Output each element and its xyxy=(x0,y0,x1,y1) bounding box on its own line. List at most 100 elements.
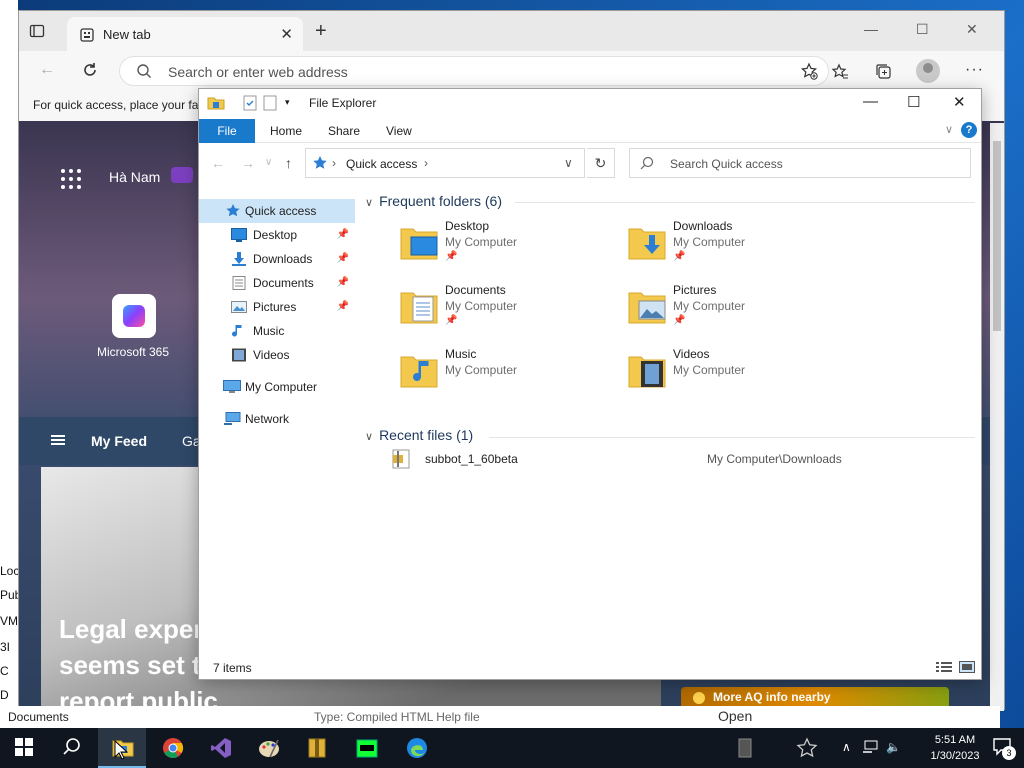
minimize-icon[interactable]: — xyxy=(864,21,878,37)
customize-quick-access-icon[interactable]: ▾ xyxy=(285,97,290,108)
explorer-folder-icon xyxy=(207,95,225,114)
weather-location[interactable]: Hà Nam xyxy=(109,169,160,185)
windows-logo-icon xyxy=(14,737,36,759)
explorer-maximize-icon[interactable]: ☐ xyxy=(907,93,920,111)
volume-icon[interactable]: 🔈 xyxy=(886,740,901,754)
up-arrow-icon[interactable]: ↑ xyxy=(285,155,292,171)
explorer-minimize-icon[interactable]: — xyxy=(863,93,878,110)
help-icon[interactable]: ? xyxy=(961,122,977,138)
bg-text: 3I xyxy=(0,640,11,654)
taskbar-archive-app[interactable] xyxy=(292,728,340,768)
microsoft-365-tile[interactable] xyxy=(112,294,156,338)
maximize-icon[interactable]: ☐ xyxy=(916,21,929,38)
search-box[interactable]: Search Quick access xyxy=(629,148,971,178)
taskbar-favorites[interactable] xyxy=(782,728,830,768)
explorer-close-icon[interactable]: ✕ xyxy=(953,93,966,111)
sidebar-item-music[interactable]: Music xyxy=(199,319,355,343)
address-dropdown-icon[interactable]: ∨ xyxy=(564,156,573,170)
close-icon[interactable]: ✕ xyxy=(966,21,978,38)
folder-name: Desktop xyxy=(445,219,490,233)
frequent-folders-header[interactable]: ∨ Frequent folders (6) xyxy=(365,193,502,209)
open-label[interactable]: Open xyxy=(718,708,752,724)
folder-desktop[interactable]: Desktop My Computer 📌 xyxy=(399,217,619,271)
page-scrollbar[interactable] xyxy=(990,123,1004,711)
sidebar-item-my-computer[interactable]: My Computer xyxy=(199,375,355,399)
sidebar-item-quick-access[interactable]: Quick access xyxy=(199,199,355,223)
ribbon-tab-share[interactable]: Share xyxy=(328,124,360,138)
taskbar-edge[interactable] xyxy=(392,728,440,768)
forward-arrow-icon[interactable]: → xyxy=(241,155,255,171)
chevron-up-icon[interactable]: ∧ xyxy=(842,740,851,754)
expand-ribbon-icon[interactable]: ∨ xyxy=(945,123,953,136)
folder-downloads[interactable]: Downloads My Computer 📌 xyxy=(627,217,847,271)
recent-file-row[interactable]: subbot_1_60beta My Computer\Downloads xyxy=(389,447,969,471)
ribbon-tab-home[interactable]: Home xyxy=(270,124,302,138)
address-bar[interactable]: Search or enter web address xyxy=(119,56,829,86)
notification-center-button[interactable]: 3 xyxy=(992,736,1016,760)
quick-access-star-icon xyxy=(312,155,328,174)
sidebar-item-network[interactable]: Network xyxy=(199,407,355,431)
new-tab-button[interactable]: + xyxy=(315,21,327,41)
tab-new-tab[interactable]: New tab ✕ xyxy=(67,17,303,51)
ribbon-tab-view[interactable]: View xyxy=(386,124,412,138)
large-icons-view-icon[interactable] xyxy=(959,661,975,676)
music-folder-icon xyxy=(399,351,439,389)
new-tab-page-icon xyxy=(79,27,95,46)
start-button[interactable] xyxy=(0,728,48,768)
bot-app-icon xyxy=(356,737,378,759)
recent-file-path: My Computer\Downloads xyxy=(707,452,842,466)
back-arrow-icon[interactable]: ← xyxy=(211,155,225,171)
back-icon[interactable]: ← xyxy=(39,61,55,79)
item-count: 7 items xyxy=(213,661,252,675)
refresh-button[interactable]: ↻ xyxy=(587,148,615,178)
folder-documents[interactable]: Documents My Computer 📌 xyxy=(399,281,619,335)
sidebar-item-downloads[interactable]: Downloads 📌 xyxy=(199,247,355,271)
more-options-icon[interactable]: ··· xyxy=(965,61,984,79)
notification-count-badge: 3 xyxy=(1002,746,1016,760)
music-icon xyxy=(231,324,247,338)
new-folder-icon[interactable] xyxy=(263,95,277,114)
tab-actions-icon[interactable] xyxy=(29,23,49,41)
folder-location: My Computer xyxy=(445,235,518,249)
taskbar-app-pinned[interactable] xyxy=(720,728,768,768)
desktop-icon xyxy=(231,228,247,242)
taskbar-chrome[interactable] xyxy=(148,728,196,768)
taskbar-visual-studio[interactable] xyxy=(196,728,244,768)
menu-icon[interactable] xyxy=(51,435,65,445)
search-button[interactable] xyxy=(48,728,96,768)
taskbar-bot-app[interactable] xyxy=(342,728,390,768)
breadcrumb-quick-access[interactable]: Quick access xyxy=(346,157,417,171)
tab-my-feed[interactable]: My Feed xyxy=(91,433,147,449)
favorites-icon[interactable] xyxy=(831,63,849,84)
clock[interactable]: 5:51 AM 1/30/2023 xyxy=(926,732,984,764)
network-tray-icon[interactable] xyxy=(862,740,878,757)
details-view-icon[interactable] xyxy=(935,662,952,676)
taskbar: ∧ 🔈 5:51 AM 1/30/2023 3 xyxy=(0,728,1024,768)
scrollbar-thumb[interactable] xyxy=(993,141,1001,331)
chevron-right-icon[interactable]: › xyxy=(424,156,428,170)
recent-locations-icon[interactable]: ∨ xyxy=(265,157,272,168)
folder-videos[interactable]: Videos My Computer xyxy=(627,345,847,399)
sidebar-item-desktop[interactable]: Desktop 📌 xyxy=(199,223,355,247)
sidebar-item-documents[interactable]: Documents 📌 xyxy=(199,271,355,295)
search-placeholder: Search Quick access xyxy=(670,157,783,171)
refresh-icon[interactable] xyxy=(81,61,99,84)
properties-icon[interactable] xyxy=(243,95,257,114)
profile-avatar[interactable] xyxy=(916,59,940,83)
breadcrumb[interactable]: › Quick access › ∨ xyxy=(305,148,585,178)
sidebar-item-videos[interactable]: Videos xyxy=(199,343,355,367)
bg-documents-label: Documents xyxy=(8,710,69,724)
taskbar-paint[interactable] xyxy=(244,728,292,768)
folder-music[interactable]: Music My Computer xyxy=(399,345,619,399)
bg-text: Loc xyxy=(0,564,18,578)
sidebar-item-pictures[interactable]: Pictures 📌 xyxy=(199,295,355,319)
folder-pictures[interactable]: Pictures My Computer 📌 xyxy=(627,281,847,335)
downloads-folder-icon xyxy=(627,223,667,261)
collections-icon[interactable] xyxy=(875,63,893,84)
ribbon-tab-file[interactable]: File xyxy=(199,119,255,143)
folder-name: Music xyxy=(445,347,477,361)
app-launcher-icon[interactable] xyxy=(61,169,81,189)
add-favorite-icon[interactable] xyxy=(800,62,818,83)
recent-files-header[interactable]: ∨ Recent files (1) xyxy=(365,427,473,443)
close-tab-icon[interactable]: ✕ xyxy=(280,25,293,43)
